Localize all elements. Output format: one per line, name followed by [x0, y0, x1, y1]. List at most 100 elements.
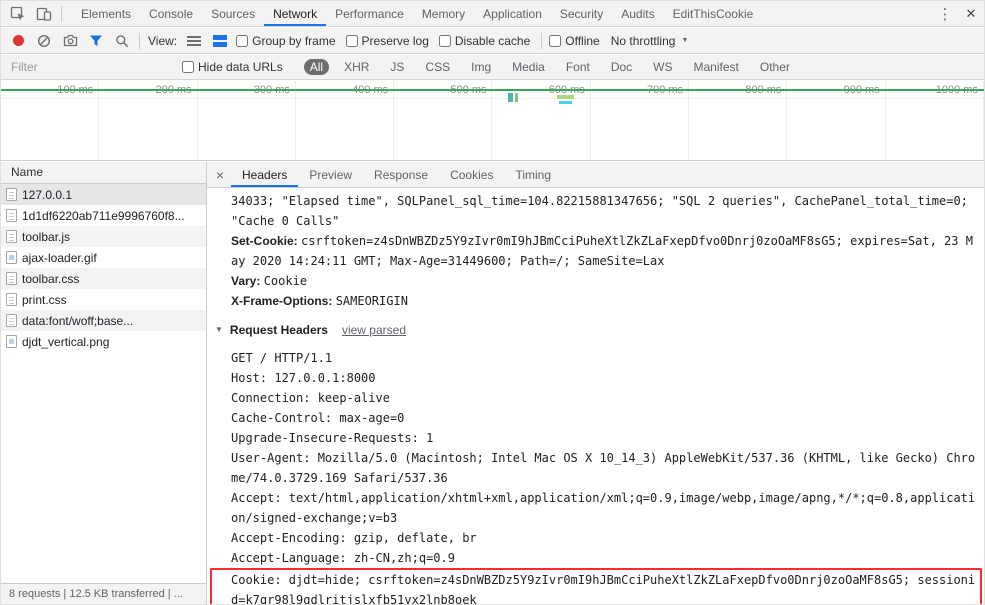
section-title: Request Headers: [229, 323, 328, 337]
request-header-line: Accept-Language: zh-CN,zh;q=0.9: [231, 551, 455, 565]
resource-type-filter[interactable]: All: [303, 59, 330, 75]
main-tab[interactable]: Memory: [413, 1, 474, 26]
response-header-line: X-Frame-Options: SAMEORIGIN: [231, 291, 980, 311]
main-tab[interactable]: Application: [474, 1, 551, 26]
toolbar-checkbox[interactable]: Disable cache: [438, 34, 530, 48]
request-row[interactable]: print.css: [1, 289, 206, 310]
record-button[interactable]: [5, 28, 31, 53]
main-tabs: Elements Console Sources Network Perform…: [72, 1, 762, 26]
details-panel: × Headers Preview Response Cookies Timin…: [207, 162, 984, 604]
timeline-green-line: [1, 89, 984, 91]
request-row[interactable]: data:font/woff;base...: [1, 310, 206, 331]
request-header-line: Accept: text/html,application/xhtml+xml,…: [231, 491, 976, 525]
timeline-overview[interactable]: 100 ms 200 ms 300 ms 400 ms 500 ms 600 m…: [1, 81, 984, 161]
overview-view-icon: [213, 34, 228, 47]
main-tab[interactable]: Network: [264, 1, 326, 26]
font-icon: [6, 314, 17, 327]
main-tab[interactable]: Security: [551, 1, 612, 26]
resource-type-filter[interactable]: Other: [754, 59, 796, 75]
timeline-column: 900 ms: [787, 81, 886, 160]
timeline-column: 200 ms: [99, 81, 198, 160]
show-overview-button[interactable]: [207, 28, 233, 53]
request-row[interactable]: 1d1df6220ab711e9996760f8...: [1, 205, 206, 226]
header-value: Cookie: [263, 274, 308, 288]
resource-type-filter[interactable]: CSS: [419, 59, 456, 75]
inspect-cursor-icon: [10, 6, 25, 20]
request-header-line: User-Agent: Mozilla/5.0 (Macintosh; Inte…: [231, 451, 976, 485]
devtools-window: Elements Console Sources Network Perform…: [0, 0, 985, 605]
timeline-request-bar: [559, 101, 572, 104]
resource-type-filter[interactable]: Media: [506, 59, 551, 75]
main-tab[interactable]: Audits: [612, 1, 663, 26]
checkbox-input[interactable]: [549, 34, 562, 47]
main-tab[interactable]: Performance: [326, 1, 413, 26]
request-name: 1d1df6220ab711e9996760f8...: [22, 208, 185, 223]
resource-type-filters: All XHR JS CSS Img Media Font Doc WS Man…: [303, 59, 796, 75]
name-column-header[interactable]: Name: [1, 162, 206, 184]
request-header-line: Host: 127.0.0.1:8000: [231, 371, 376, 385]
request-row[interactable]: djdt_vertical.png: [1, 331, 206, 352]
capture-screenshots-button[interactable]: [57, 28, 83, 53]
main-tab[interactable]: Elements: [72, 1, 140, 26]
resource-type-filter[interactable]: Font: [560, 59, 596, 75]
toolbar-checkbox[interactable]: Preserve log: [345, 33, 429, 48]
resource-type-filter[interactable]: Img: [465, 59, 497, 75]
timeline-column: 1000 ms: [886, 81, 984, 160]
request-row[interactable]: toolbar.js: [1, 226, 206, 247]
checkbox-input[interactable]: [345, 34, 358, 47]
details-tab[interactable]: Response: [363, 162, 439, 187]
headers-content[interactable]: 34033; "Elapsed time", SQLPanel_sql_time…: [207, 189, 984, 604]
disclosure-triangle-icon[interactable]: ▼: [215, 320, 223, 340]
image-icon: [6, 251, 17, 264]
filter-input[interactable]: [9, 58, 164, 76]
clear-button[interactable]: [31, 28, 57, 53]
resource-type-filter[interactable]: XHR: [338, 59, 375, 75]
divider: [541, 32, 543, 49]
toolbar-checkboxes: Group by frame Preserve log Disable cach…: [233, 34, 537, 48]
device-toolbar-button[interactable]: [31, 1, 57, 26]
timeline-column: 800 ms: [689, 81, 788, 160]
details-tab[interactable]: Preview: [298, 162, 363, 187]
resource-type-filter[interactable]: Manifest: [688, 59, 745, 75]
close-devtools-button[interactable]: ✕: [958, 1, 984, 26]
details-tab[interactable]: Cookies: [439, 162, 504, 187]
checkbox-label: Group by frame: [252, 33, 336, 48]
throttling-value: No throttling: [610, 33, 676, 48]
network-toolbar: View: Group by frame Preserve log Disabl…: [1, 28, 984, 54]
checkbox-input[interactable]: [438, 34, 451, 47]
filter-button[interactable]: [83, 28, 109, 53]
close-details-icon[interactable]: ×: [209, 167, 231, 183]
resource-type-filter[interactable]: JS: [384, 59, 410, 75]
small-request-rows-button[interactable]: [181, 28, 207, 53]
checkbox-label: Preserve log: [361, 33, 429, 48]
view-parsed-link[interactable]: view parsed: [342, 320, 406, 340]
search-icon: [116, 34, 129, 47]
checkbox-input[interactable]: [236, 34, 249, 47]
request-row[interactable]: 127.0.0.1: [1, 184, 206, 205]
requests-summary: 8 requests | 12.5 KB transferred | ...: [9, 588, 183, 600]
throttling-dropdown[interactable]: No throttling ▼: [611, 34, 689, 48]
main-tab[interactable]: Console: [140, 1, 202, 26]
toolbar-checkbox[interactable]: Group by frame: [236, 33, 336, 48]
response-header-overflow-text: 34033; "Elapsed time", SQLPanel_sql_time…: [231, 194, 976, 228]
details-tab[interactable]: Timing: [504, 162, 562, 187]
inspect-element-button[interactable]: [5, 1, 31, 26]
resource-type-filter[interactable]: Doc: [605, 59, 638, 75]
request-row[interactable]: toolbar.css: [1, 268, 206, 289]
search-button[interactable]: [109, 28, 135, 53]
kebab-menu-icon[interactable]: ⋮: [932, 1, 958, 26]
camera-icon: [63, 34, 77, 47]
details-tab[interactable]: Headers: [231, 162, 298, 187]
offline-checkbox[interactable]: Offline: [549, 34, 600, 48]
resource-type-filter[interactable]: WS: [647, 59, 678, 75]
main-tab[interactable]: Sources: [202, 1, 264, 26]
request-header-line: Accept-Encoding: gzip, deflate, br: [231, 531, 477, 545]
request-list-panel: Name 127.0.0.1 1d1df6220ab711e9996760f8.…: [1, 162, 207, 604]
request-header-line: Connection: keep-alive: [231, 391, 390, 405]
request-row[interactable]: ajax-loader.gif: [1, 247, 206, 268]
hide-data-urls-checkbox[interactable]: Hide data URLs: [182, 60, 283, 74]
main-tab[interactable]: EditThisCookie: [664, 1, 763, 26]
checkbox-input[interactable]: [182, 61, 194, 73]
divider: [61, 5, 62, 22]
request-headers-section[interactable]: ▼ Request Headers view parsed: [215, 320, 980, 340]
